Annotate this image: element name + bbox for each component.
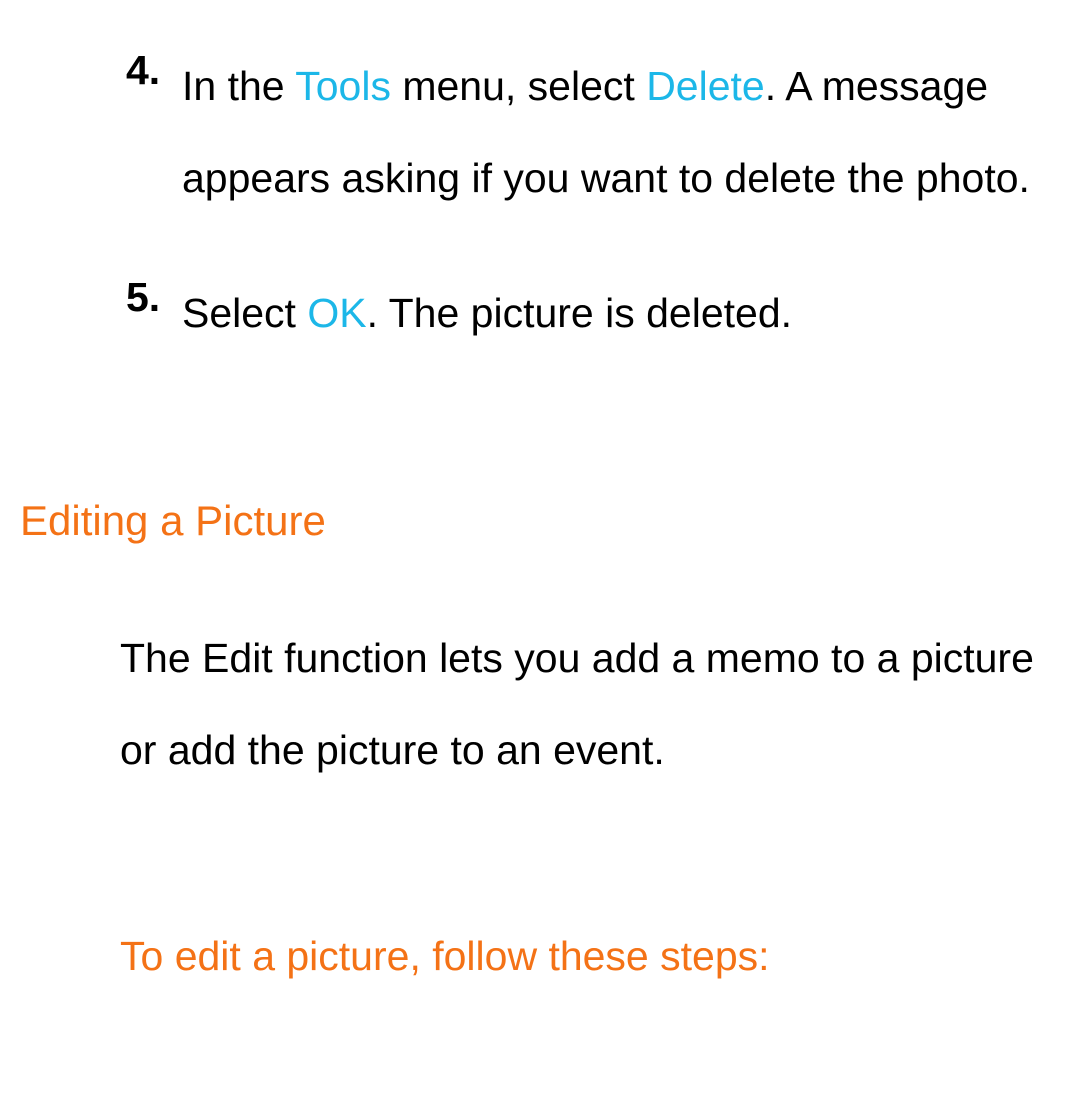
section-heading-editing: Editing a Picture xyxy=(20,489,1060,552)
step-4-text-1: In the xyxy=(182,63,295,109)
step-4: 4. In the Tools menu, select Delete. A m… xyxy=(20,40,1060,225)
step-number-4: 4. xyxy=(126,40,168,225)
document-content: 4. In the Tools menu, select Delete. A m… xyxy=(0,0,1080,1008)
step-5-text-2: . The picture is deleted. xyxy=(367,290,792,336)
step-5-text-1: Select xyxy=(182,290,307,336)
step-5: 5. Select OK. The picture is deleted. xyxy=(20,267,1060,359)
step-number-5: 5. xyxy=(126,267,168,359)
step-5-content: Select OK. The picture is deleted. xyxy=(182,267,792,359)
delete-keyword: Delete xyxy=(646,63,765,109)
step-4-content: In the Tools menu, select Delete. A mess… xyxy=(182,40,1060,225)
step-4-text-2: menu, select xyxy=(391,63,646,109)
ok-keyword: OK xyxy=(307,290,366,336)
section-body-text: The Edit function lets you add a memo to… xyxy=(20,612,1060,797)
section-subheading: To edit a picture, follow these steps: xyxy=(20,926,1060,988)
tools-keyword: Tools xyxy=(295,63,391,109)
